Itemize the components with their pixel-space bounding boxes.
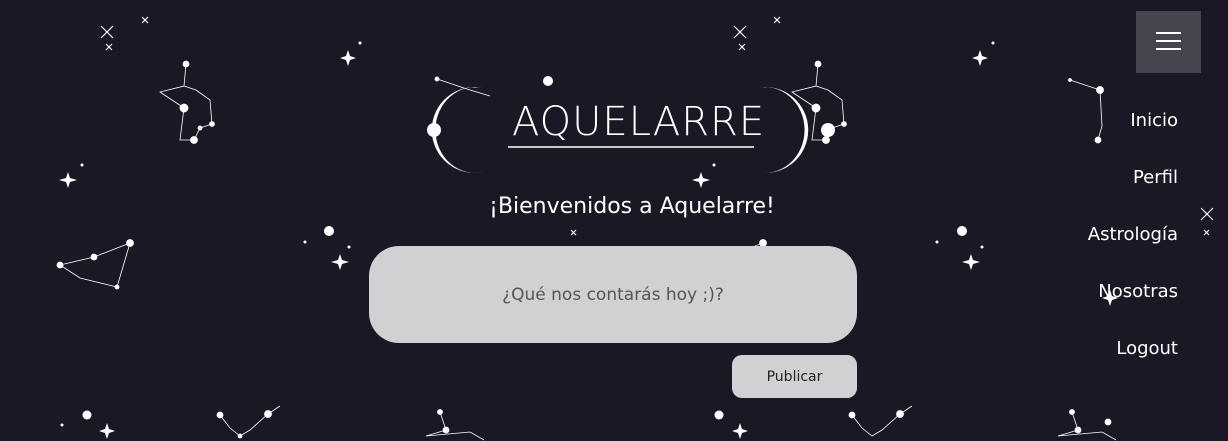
post-input[interactable]: [369, 246, 857, 343]
welcome-heading: ¡Bienvenidos a Aquelarre!: [489, 194, 775, 219]
main-nav: Inicio Perfil Astrología Nosotras Logout: [1088, 108, 1178, 393]
nav-item-inicio[interactable]: Inicio: [1088, 108, 1178, 134]
logo-text: AQUELARRE: [512, 99, 766, 145]
nav-item-logout[interactable]: Logout: [1088, 336, 1178, 362]
nav-item-nosotras[interactable]: Nosotras: [1088, 279, 1178, 305]
nav-item-astrologia[interactable]: Astrología: [1088, 222, 1178, 248]
aquelarre-logo[interactable]: AQUELARRE: [420, 78, 850, 178]
nav-item-perfil[interactable]: Perfil: [1088, 165, 1178, 191]
hamburger-menu-button[interactable]: [1136, 11, 1201, 73]
publish-button[interactable]: Publicar: [732, 355, 857, 398]
page: AQUELARRE ¡Bienvenidos a Aquelarre! Publ…: [0, 0, 1228, 441]
